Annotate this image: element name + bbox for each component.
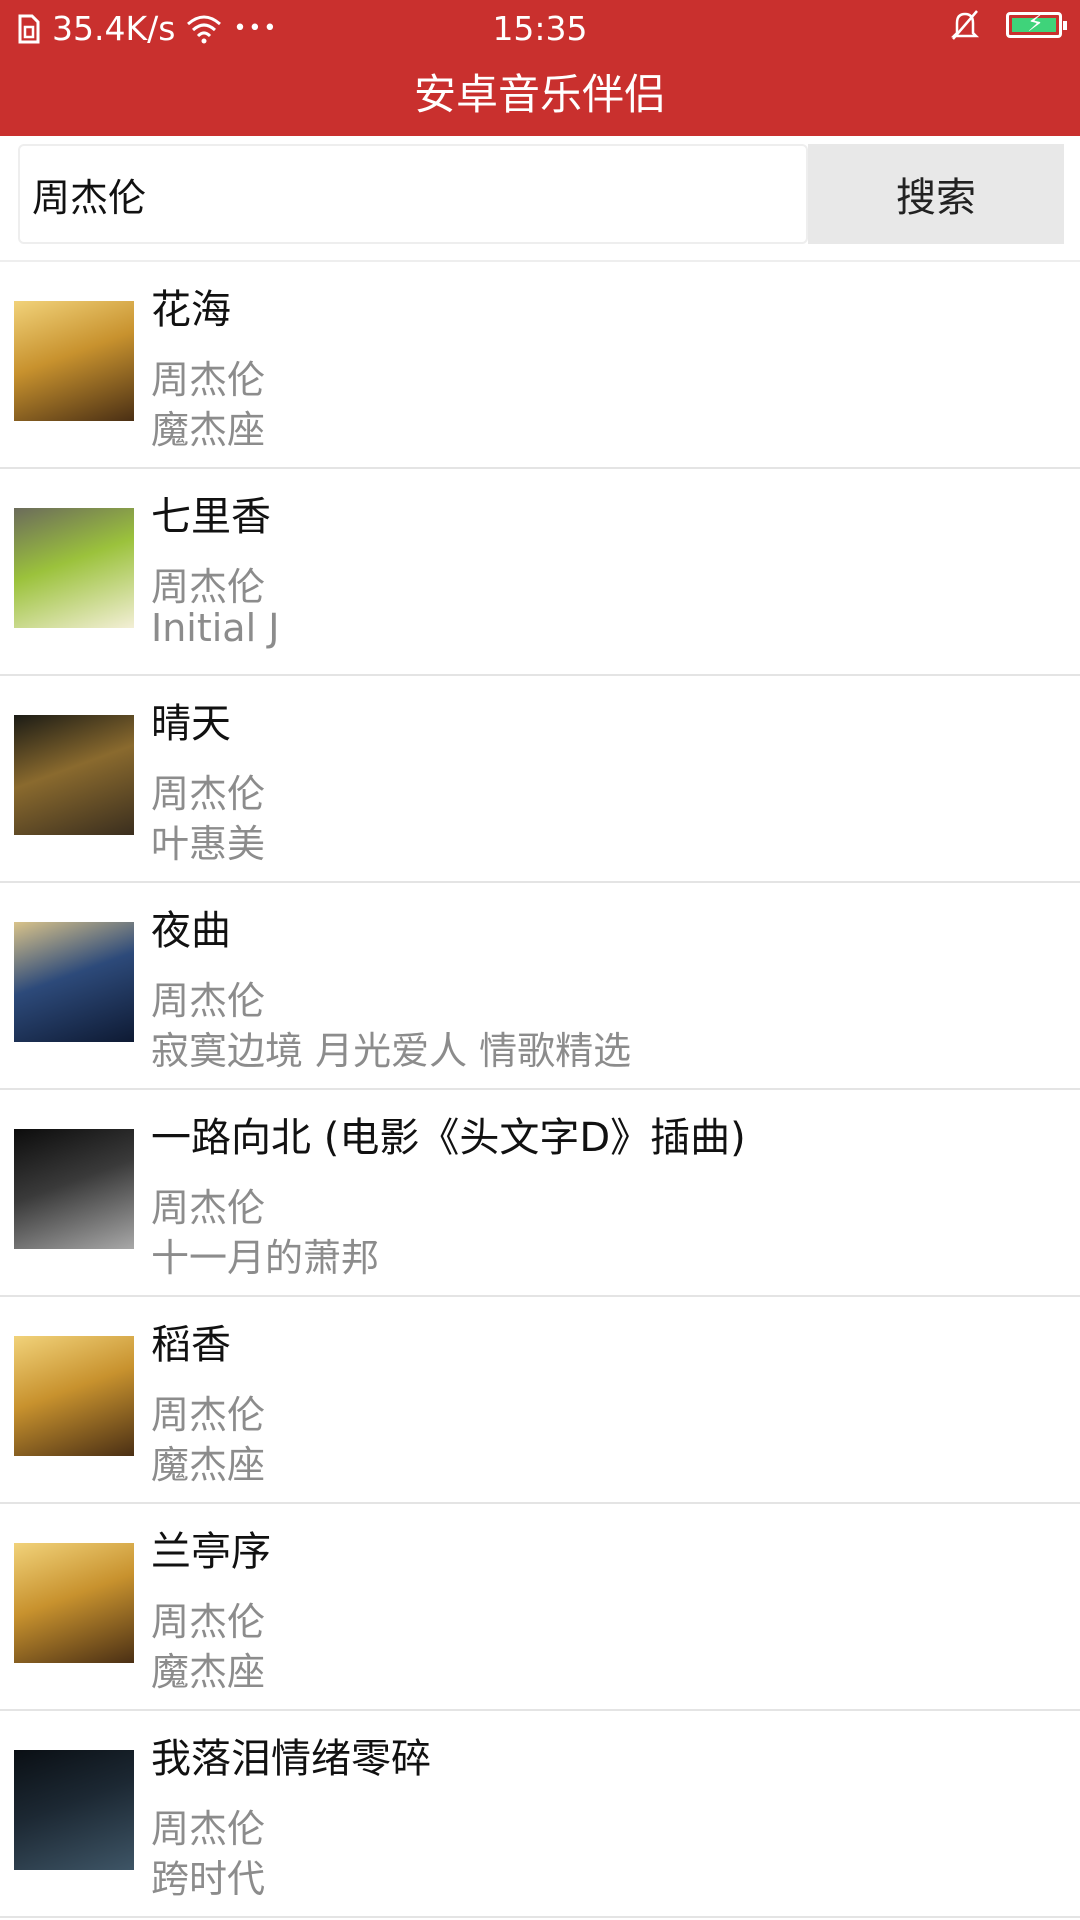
song-title: 我落泪情绪零碎 bbox=[151, 1736, 431, 1782]
song-item[interactable]: 晴天 周杰伦 叶惠美 bbox=[0, 676, 1080, 883]
song-title: 一路向北 (电影《头文字D》插曲) bbox=[151, 1115, 746, 1161]
song-artist: 周杰伦 bbox=[151, 772, 266, 816]
song-title: 稻香 bbox=[151, 1322, 231, 1368]
song-album: 跨时代 bbox=[151, 1857, 266, 1901]
album-cover bbox=[14, 301, 134, 421]
song-title: 夜曲 bbox=[151, 908, 231, 954]
song-list[interactable]: 花海 周杰伦 魔杰座 七里香 周杰伦 Initial J 晴天 周杰伦 叶惠美 夜曲 周杰伦 寂寞边境… bbox=[0, 260, 1080, 1920]
song-artist: 周杰伦 bbox=[151, 1186, 266, 1230]
album-cover bbox=[14, 1543, 134, 1663]
song-album: 十一月的萧邦 bbox=[151, 1236, 380, 1280]
song-title: 七里香 bbox=[151, 494, 271, 540]
song-artist: 周杰伦 bbox=[151, 979, 266, 1023]
song-album: 寂寞边境 月光爱人 情歌精选 bbox=[151, 1029, 632, 1073]
song-item[interactable]: 我落泪情绪零碎 周杰伦跨时代 bbox=[0, 1711, 1080, 1918]
album-cover bbox=[14, 508, 134, 628]
song-title: 兰亭序 bbox=[151, 1529, 271, 1575]
song-item[interactable]: 夜曲周杰伦寂寞边境 月光爱人 情歌精选 bbox=[0, 883, 1080, 1090]
status-bar: 35.4K/s ••• 15:35 ⚡ bbox=[0, 0, 1080, 60]
album-cover bbox=[14, 1129, 134, 1249]
song-artist: 周杰伦 bbox=[151, 1807, 266, 1851]
song-artist: 周杰伦 bbox=[151, 1393, 266, 1437]
song-item[interactable]: 花海 周杰伦 魔杰座 bbox=[0, 262, 1080, 469]
song-album: 魔杰座 bbox=[151, 408, 266, 452]
song-album: 叶惠美 bbox=[151, 822, 266, 866]
album-cover bbox=[14, 922, 134, 1042]
album-cover bbox=[14, 715, 134, 835]
song-item[interactable]: 一路向北 (电影《头文字D》插曲) 周杰伦十一月的萧邦 bbox=[0, 1090, 1080, 1297]
song-title: 花海 bbox=[151, 287, 231, 333]
album-cover bbox=[14, 1750, 134, 1870]
search-row: 搜索 bbox=[18, 144, 1064, 244]
status-right: ⚡ bbox=[950, 9, 1067, 41]
song-title: 晴天 bbox=[151, 701, 231, 747]
song-artist: 周杰伦 bbox=[151, 358, 266, 402]
song-item[interactable]: 兰亭序 周杰伦 魔杰座 bbox=[0, 1504, 1080, 1711]
song-album: 魔杰座 bbox=[151, 1443, 266, 1487]
song-album: 魔杰座 bbox=[151, 1650, 266, 1694]
bell-muted-icon bbox=[950, 10, 980, 40]
song-artist: 周杰伦 bbox=[151, 1600, 266, 1644]
battery-charging-icon: ⚡ bbox=[1006, 9, 1067, 38]
song-artist: 周杰伦 bbox=[151, 565, 266, 609]
song-album: Initial J bbox=[151, 606, 280, 650]
app-title: 安卓音乐伴侣 bbox=[0, 60, 1080, 136]
clock: 15:35 bbox=[492, 9, 588, 48]
search-input[interactable] bbox=[18, 144, 808, 244]
search-button[interactable]: 搜索 bbox=[808, 144, 1064, 244]
song-item[interactable]: 七里香周杰伦 Initial J bbox=[0, 469, 1080, 676]
album-cover bbox=[14, 1336, 134, 1456]
song-item[interactable]: 稻香 周杰伦 魔杰座 bbox=[0, 1297, 1080, 1504]
